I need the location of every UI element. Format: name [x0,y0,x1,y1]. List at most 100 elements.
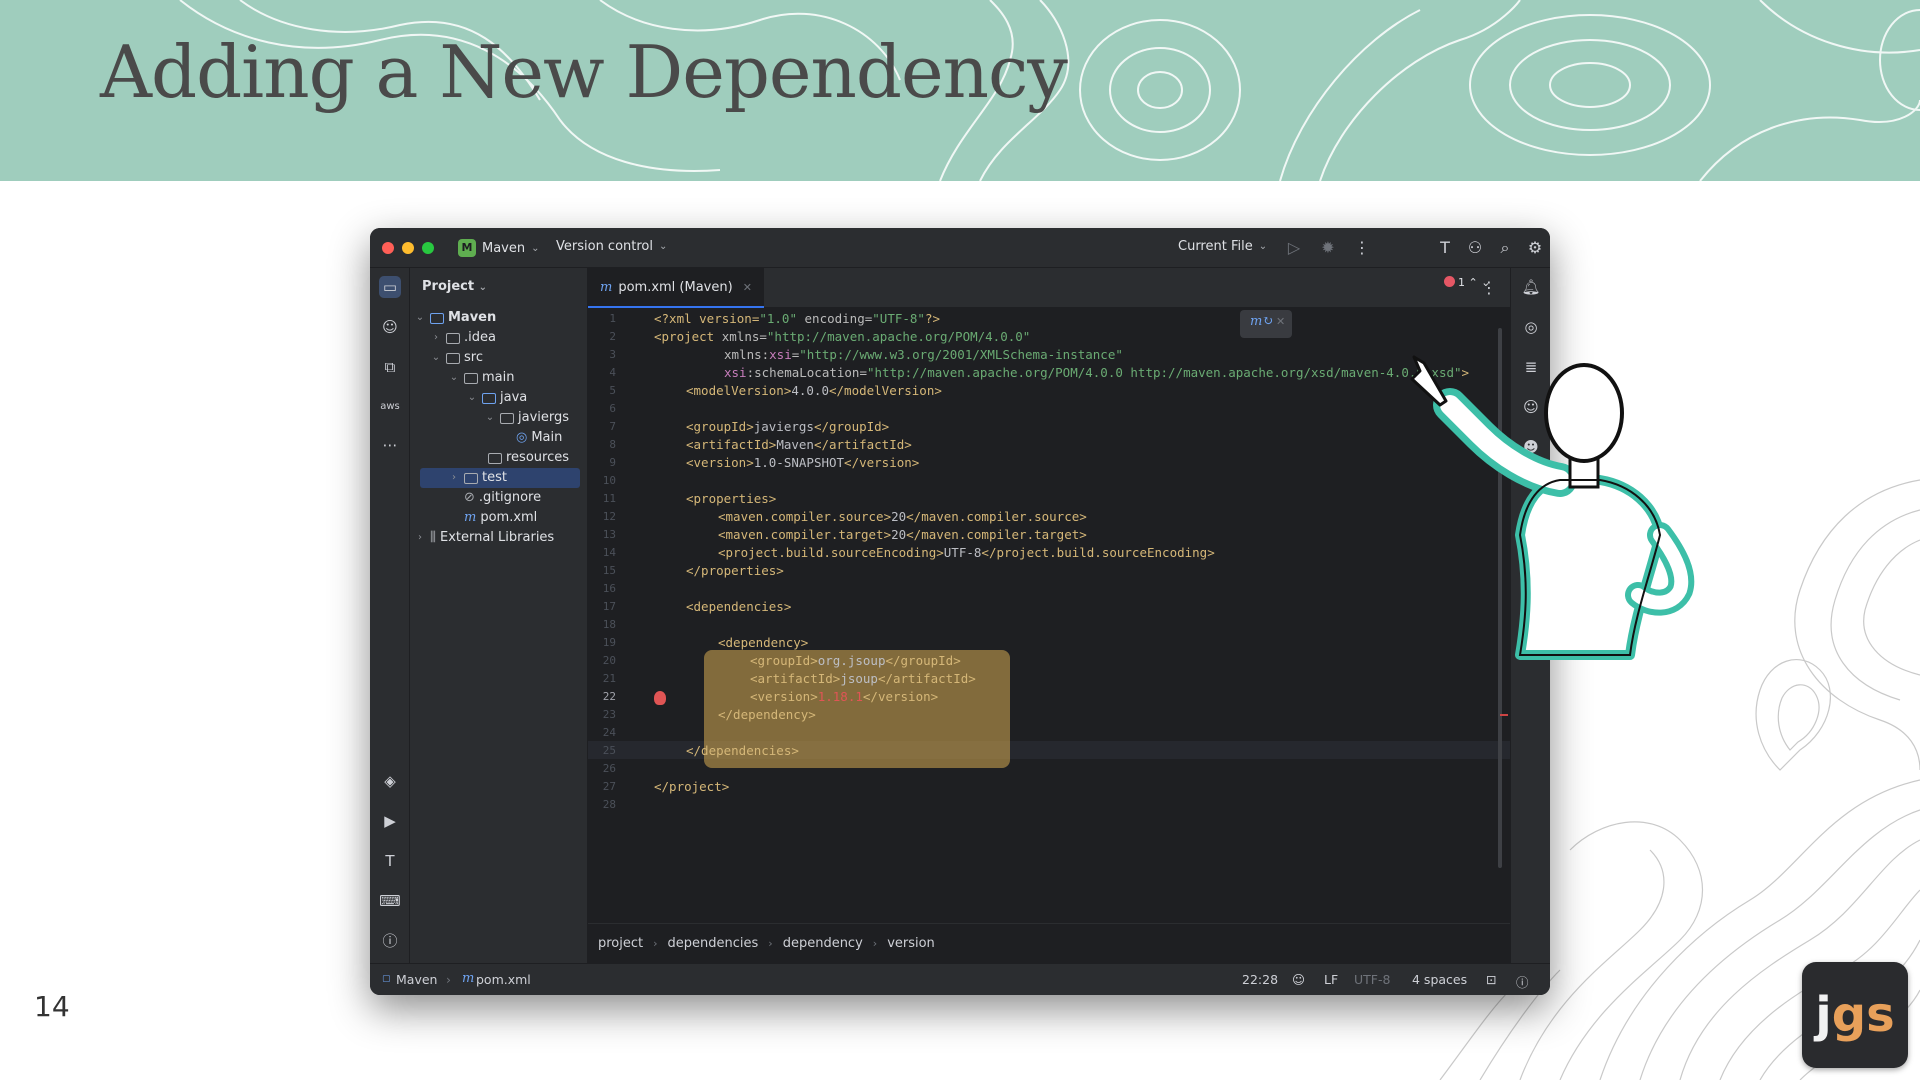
file-encoding[interactable]: UTF-8 [1354,972,1390,987]
error-icon [1444,276,1455,287]
copilot-status-icon[interactable]: ☺ [1292,972,1305,987]
code-line-27: </project> [654,779,730,794]
error-stripe-mark[interactable] [1500,714,1508,716]
chevron-right-icon: › [418,532,422,543]
tree-item-external-libraries[interactable]: › ⫼ External Libraries [414,528,554,548]
code-line-1: <?xml version="1.0" encoding="UTF-8"?> [654,311,941,326]
project-name: Maven [482,240,526,256]
logo-gs: gs [1831,987,1895,1043]
indent-setting[interactable]: 4 spaces [1412,972,1467,987]
project-switcher[interactable]: M Maven ⌄ [458,239,540,257]
breadcrumb-item[interactable]: dependencies [668,936,759,951]
tree-item-pom[interactable]: m pom.xml [448,508,537,528]
tree-item-resources[interactable]: resources [488,448,569,468]
module-folder-icon [430,312,444,324]
minimize-window-button[interactable] [402,242,414,254]
chevron-right-icon: › [872,937,878,950]
tree-item-java[interactable]: ⌄ java [466,388,527,408]
project-folder-icon[interactable]: ▭ [379,276,401,298]
project-panel: Project ⌄ ⌄ Maven › .idea ⌄ src ⌄ main ⌄… [410,268,588,963]
tree-item-maven[interactable]: ⌄ Maven [414,308,496,328]
tree-item-label: pom.xml [480,510,538,525]
editor-area: m pom.xml (Maven) ✕ ⋮ 1 2 3 4 5 6 7 8 9 … [588,268,1510,963]
caret-position[interactable]: 22:28 [1242,972,1278,987]
line-separator[interactable]: LF [1324,972,1338,987]
status-project[interactable]: Maven [396,972,437,987]
project-panel-header[interactable]: Project ⌄ [422,279,487,294]
close-window-button[interactable] [382,242,394,254]
tree-item-label: .idea [464,330,496,345]
error-indicator[interactable]: 1 ⌃ ⌄ [1444,276,1490,289]
terminal-icon[interactable]: ⌨ [379,890,401,912]
tree-item-javiergs[interactable]: ⌄ javiergs [484,408,569,428]
tree-item-test[interactable]: › test [448,468,507,488]
run-configuration-selector[interactable]: Current File ⌄ [1178,239,1267,254]
tab-pom-xml[interactable]: m pom.xml (Maven) ✕ [588,268,764,308]
aws-icon[interactable]: aws [379,396,401,418]
inspections-icon[interactable]: ⓘ [1516,972,1529,991]
folder-icon [446,352,460,364]
left-tool-bar: ▭ ☺ ⧉ aws ⋯ ◈ ▶ T ⌨ ⓘ ⑂ [370,268,410,990]
unresolved-version: 1.18.1 [817,689,863,704]
more-tools-icon[interactable]: ⋯ [379,434,401,456]
resources-folder-icon [488,452,502,464]
build-hammer-icon[interactable]: T [1434,237,1456,259]
ai-swirl-icon[interactable]: ◎ [1520,316,1542,338]
chevron-down-icon: ⌄ [431,352,441,363]
code-line-9: <version>1.0-SNAPSHOT</version> [686,455,920,470]
code-line-21: <artifactId>jsoup</artifactId> [750,671,976,686]
editor-tab-bar: m pom.xml (Maven) ✕ ⋮ [588,268,1510,308]
structure-icon[interactable]: ⧉ [379,356,401,378]
chevron-down-icon: ⌄ [485,412,495,423]
close-popup-icon[interactable]: ✕ [1276,315,1285,328]
run-icon[interactable]: ▷ [1283,237,1305,259]
load-maven-changes-icon[interactable]: m↻ [1250,314,1273,329]
search-icon[interactable]: ⌕ [1494,237,1516,259]
slide-title: Adding a New Dependency [100,30,1068,114]
code-line-20: <groupId>org.jsoup</groupId> [750,653,961,668]
chevron-right-icon: › [452,472,456,483]
notifications-bell-icon[interactable]: 🔔︎ [1520,276,1542,298]
services-icon[interactable]: ▶ [379,810,401,832]
tree-item-label: .gitignore [478,490,542,505]
chevron-down-icon: ⌄ [1258,241,1268,252]
close-tab-icon[interactable]: ✕ [743,281,752,294]
code-editor[interactable]: <?xml version="1.0" encoding="UTF-8"?> <… [588,308,1510,923]
ai-assistant-icon[interactable]: ☺ [379,316,401,338]
more-actions-icon[interactable]: ⋮ [1351,237,1373,259]
tree-item-src[interactable]: ⌄ src [430,348,483,368]
folder-icon [464,372,478,384]
breadcrumb-item[interactable]: dependency [783,936,863,951]
tree-item-idea[interactable]: › .idea [430,328,496,348]
layers-icon[interactable]: ◈ [379,770,401,792]
problems-icon[interactable]: ⓘ [379,930,401,952]
chevron-down-icon: ⌄ [449,372,459,383]
breadcrumb-item[interactable]: project [598,936,643,951]
code-line-7: <groupId>javiergs</groupId> [686,419,890,434]
tree-item-main[interactable]: ⌄ main [448,368,515,388]
lock-icon[interactable]: ⊡ [1486,972,1496,987]
chevron-right-icon: › [434,332,438,343]
java-class-icon: ◎ [516,430,528,445]
chevron-down-icon: ⌄ [467,392,477,403]
status-file[interactable]: pom.xml [476,972,531,987]
tree-item-gitignore[interactable]: ⊘ .gitignore [448,488,541,508]
error-bulb-icon[interactable] [654,691,666,705]
tree-item-label: main [482,370,515,385]
chevron-up-icon[interactable]: ⌃ [1469,276,1478,289]
maximize-window-button[interactable] [422,242,434,254]
code-line-14: <project.build.sourceEncoding>UTF-8</pro… [718,545,1215,560]
tree-item-main-class[interactable]: ◎ Main [516,428,562,448]
version-control-menu[interactable]: Version control ⌄ [556,239,667,254]
chevron-down-icon: ⌄ [478,282,487,293]
chevron-right-icon: › [446,972,451,987]
code-with-me-icon[interactable]: ⚇ [1464,237,1486,259]
debug-icon[interactable]: ✹ [1317,237,1339,259]
tree-item-label: resources [506,450,570,465]
breadcrumb-item[interactable]: version [887,936,935,951]
chevron-down-icon[interactable]: ⌄ [1481,276,1490,289]
build-icon[interactable]: T [379,850,401,872]
settings-gear-icon[interactable]: ⚙ [1524,237,1546,259]
code-line-13: <maven.compiler.target>20</maven.compile… [718,527,1087,542]
libraries-icon: ⫼ [430,530,436,545]
